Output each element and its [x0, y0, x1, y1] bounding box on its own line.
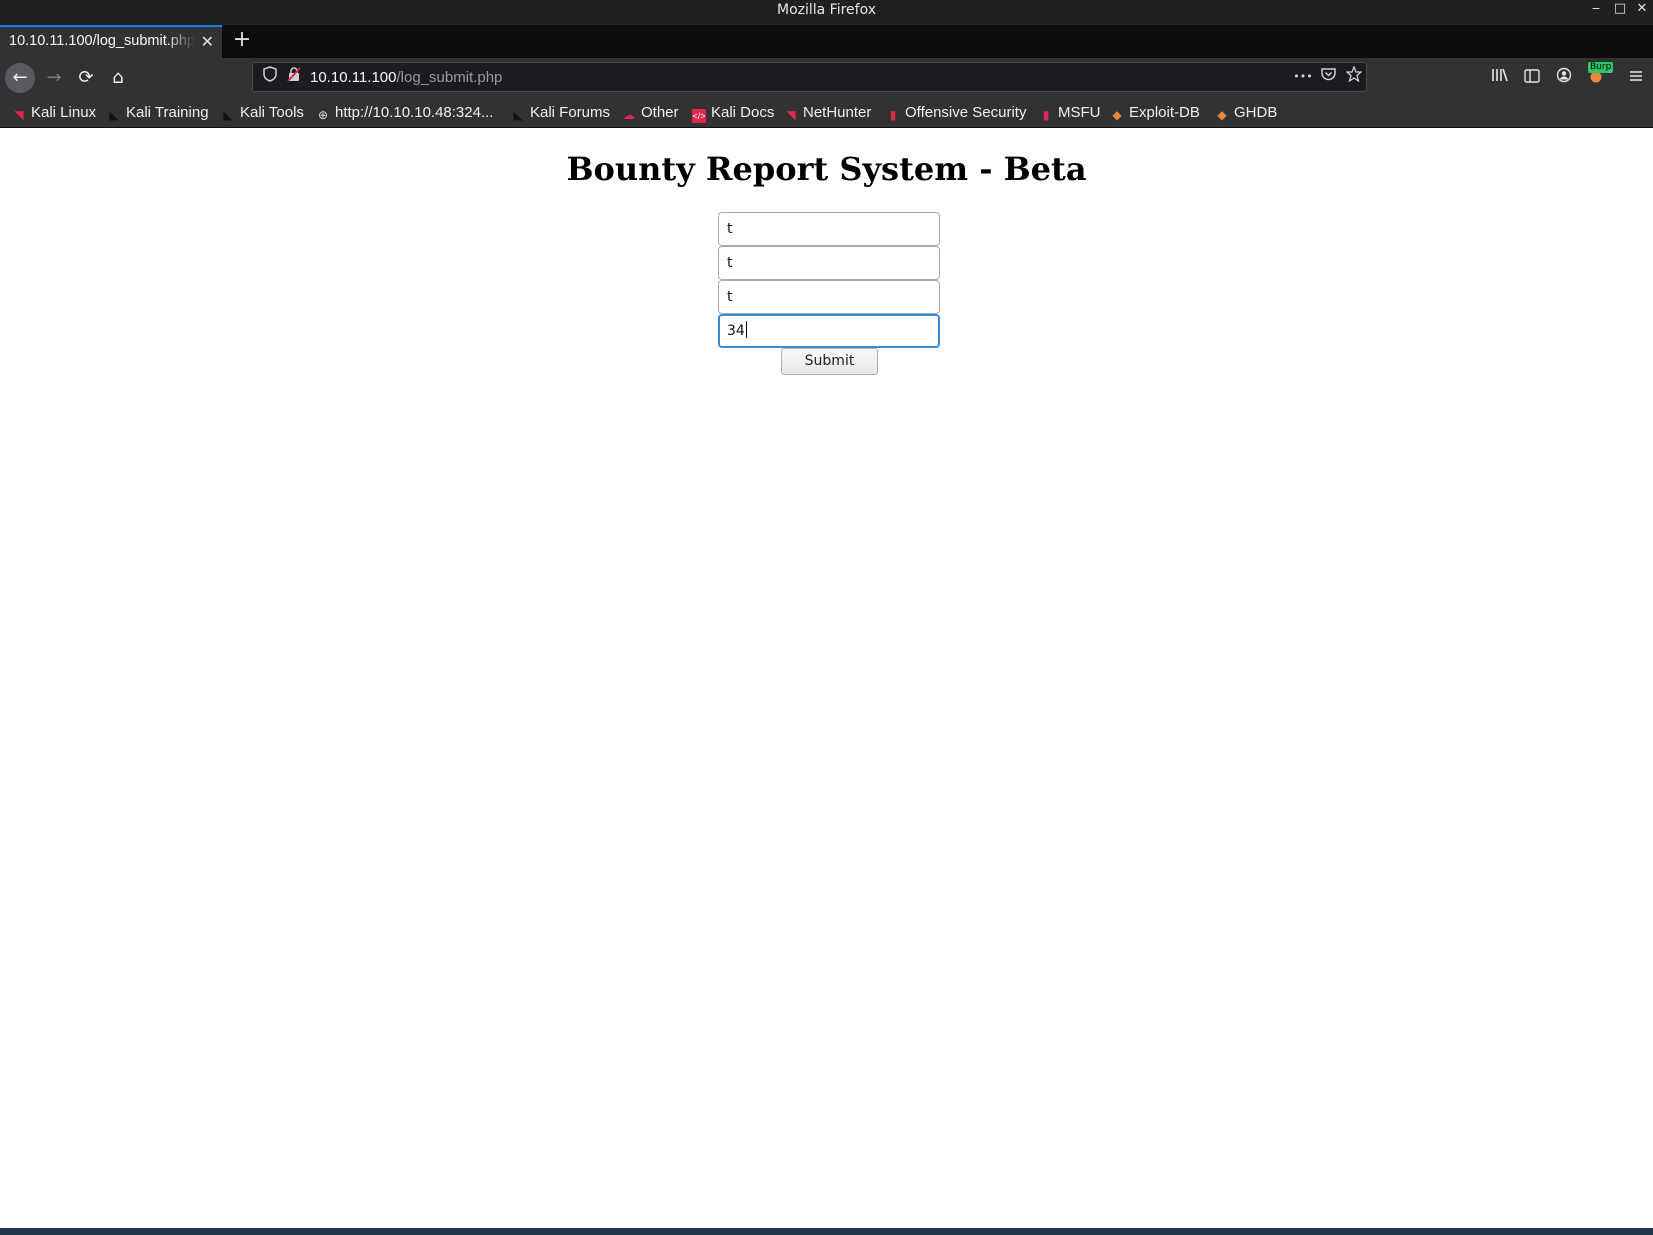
docs-icon: </>: [692, 109, 706, 123]
tab-log-submit[interactable]: 10.10.11.100/log_submit.php ✕: [0, 25, 222, 58]
library-icon[interactable]: [1488, 66, 1512, 90]
tracking-protection-shield-icon[interactable]: [259, 66, 281, 88]
window-title: Mozilla Firefox: [776, 2, 877, 18]
bookmark-kali-training[interactable]: ◣ Kali Training: [107, 103, 208, 123]
tab-bar: 10.10.11.100/log_submit.php ✕ +: [0, 25, 1653, 58]
offsec-icon: ▮: [889, 108, 897, 122]
kali-dragon-icon: ◣: [513, 108, 523, 122]
burp-badge: Burp: [1588, 62, 1614, 73]
kali-dragon-icon: ◣: [109, 108, 119, 122]
page-content: Bounty Report System - Beta t t t 34 Sub…: [1, 128, 1652, 1228]
sidebar-icon[interactable]: [1520, 66, 1544, 90]
bookmark-exploit-db[interactable]: ◆ Exploit-DB: [1110, 103, 1199, 123]
bookmark-nethunter[interactable]: ◥ NetHunter: [784, 103, 871, 123]
reload-button[interactable]: ⟳: [71, 63, 101, 93]
bookmark-local-server[interactable]: ⊕ http://10.10.10.48:324...: [316, 103, 494, 123]
bookmark-ghdb[interactable]: ◆ GHDB: [1215, 103, 1277, 123]
insecure-lock-icon[interactable]: [283, 66, 305, 88]
browser-window: Mozilla Firefox ‒ □ ✕ 10.10.11.100/log_s…: [0, 0, 1653, 1235]
bookmark-star-icon[interactable]: [1343, 65, 1365, 88]
bookmark-kali-tools[interactable]: ◣ Kali Tools: [221, 103, 304, 123]
forward-button[interactable]: →: [39, 63, 69, 93]
report-field-4[interactable]: 34: [718, 314, 940, 348]
maximize-icon[interactable]: □: [1610, 0, 1630, 20]
bookmark-kali-docs[interactable]: </> Kali Docs: [692, 103, 774, 123]
offsec-icon: ▮: [1042, 108, 1050, 122]
report-field-3[interactable]: t: [718, 280, 940, 314]
bookmark-offensive-security[interactable]: ▮ Offensive Security: [886, 103, 1027, 123]
url-text: 10.10.11.100/log_submit.php: [310, 69, 502, 86]
home-button[interactable]: ⌂: [103, 63, 133, 93]
close-tab-icon[interactable]: ✕: [201, 32, 214, 52]
url-host: 10.10.11.100: [310, 69, 397, 86]
page-actions-icon[interactable]: •••: [1289, 66, 1317, 88]
url-path: /log_submit.php: [396, 69, 503, 86]
new-tab-button[interactable]: +: [230, 28, 254, 52]
close-window-icon[interactable]: ✕: [1632, 0, 1652, 20]
report-field-2[interactable]: t: [718, 246, 940, 280]
bookmark-folder-other[interactable]: ☁ Other: [622, 103, 679, 123]
navigation-toolbar: ← → ⟳ ⌂ 10.10.11.100/log_submit.php •••: [0, 58, 1653, 98]
bookmarks-toolbar: ◥ Kali Linux ◣ Kali Training ◣ Kali Tools ⊕…: [0, 98, 1653, 128]
foxyproxy-extension-icon[interactable]: Burp: [1584, 62, 1614, 90]
nethunter-icon: ◥: [786, 108, 796, 122]
pocket-icon[interactable]: [1317, 66, 1339, 88]
exploitdb-icon: ◆: [1217, 108, 1227, 122]
bookmark-kali-forums[interactable]: ◣ Kali Forums: [511, 103, 610, 123]
desktop-edge: [0, 1228, 1653, 1235]
account-icon[interactable]: [1552, 66, 1576, 90]
submit-button[interactable]: Submit: [781, 348, 878, 375]
text-caret: [745, 321, 747, 338]
url-bar[interactable]: 10.10.11.100/log_submit.php •••: [252, 62, 1367, 92]
bookmark-msfu[interactable]: ▮ MSFU: [1039, 103, 1101, 123]
bookmark-kali-linux[interactable]: ◥ Kali Linux: [12, 103, 96, 123]
hamburger-menu-icon[interactable]: [1624, 66, 1648, 90]
cloud-icon: ☁: [623, 108, 635, 122]
page-title: Bounty Report System - Beta: [566, 150, 1087, 188]
globe-icon: ⊕: [317, 108, 329, 122]
kali-dragon-icon: ◥: [14, 108, 24, 122]
back-button[interactable]: ←: [5, 63, 35, 93]
title-bar: Mozilla Firefox ‒ □ ✕: [0, 0, 1653, 25]
exploitdb-icon: ◆: [1112, 108, 1122, 122]
minimize-icon[interactable]: ‒: [1586, 0, 1606, 20]
report-field-1[interactable]: t: [718, 212, 940, 246]
kali-dragon-icon: ◣: [223, 108, 233, 122]
